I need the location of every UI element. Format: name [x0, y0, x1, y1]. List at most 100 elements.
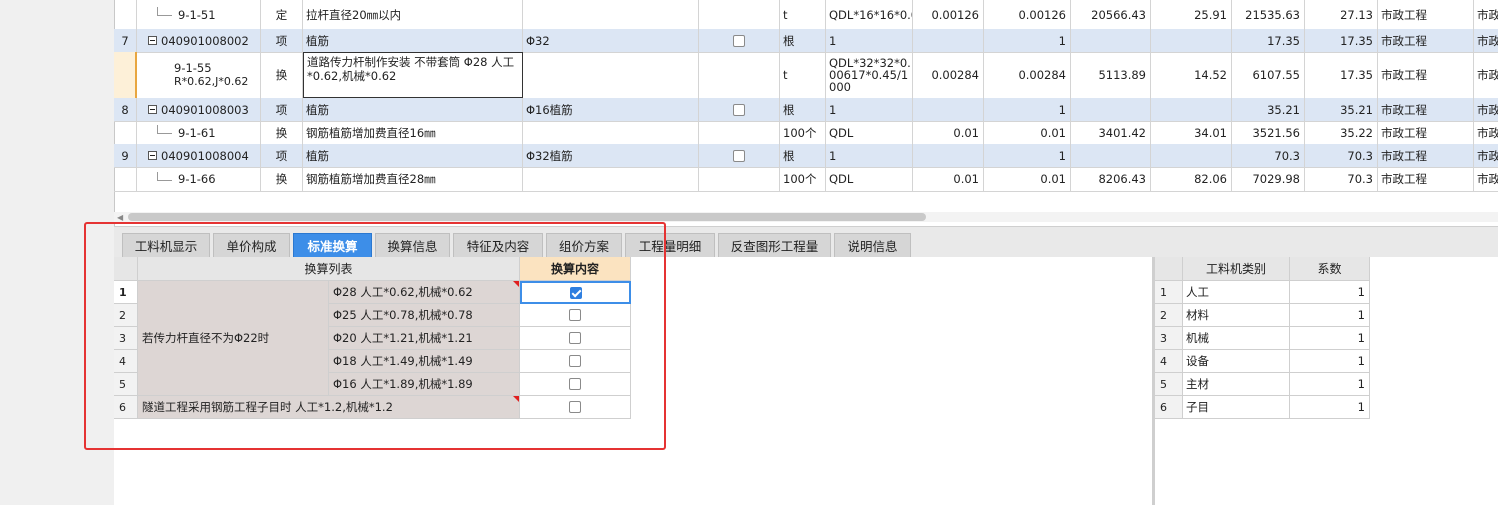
total2-cell: 35.22	[1305, 121, 1378, 144]
total-cell: 25.91	[1151, 0, 1232, 29]
qty2-cell: 0.00126	[984, 0, 1071, 29]
code-text: 9-1-55	[174, 61, 212, 75]
conversion-checkbox-checked[interactable]	[569, 286, 582, 299]
conversion-content-cell[interactable]	[520, 350, 631, 373]
type-cell: 项	[261, 98, 303, 121]
qty2-cell: 1	[984, 98, 1071, 121]
conversion-checkbox[interactable]	[569, 332, 581, 344]
row-checkbox[interactable]	[733, 103, 745, 116]
type-cell: 项	[261, 29, 303, 52]
name-cell: 钢筋植筋增加费直径28㎜	[303, 167, 523, 191]
top-grid: 9-1-51 定 拉杆直径20㎜以内 t QDL*16*16*0.00617*0…	[114, 0, 1498, 192]
price-cell	[1071, 144, 1151, 167]
expr-cell: QDL*16*16*0.00617*0.8/1000	[826, 0, 913, 29]
tab-features[interactable]: 特征及内容	[453, 233, 543, 257]
table-row-selected[interactable]: 9-1-55 R*0.62,J*0.62 换 道路传力杆制作安装 不带套筒 Φ2…	[114, 52, 1498, 99]
row-number: 8	[114, 98, 137, 121]
expr-cell: QDL	[826, 167, 913, 191]
code-text: 040901008004	[161, 148, 249, 163]
conversion-content-cell[interactable]	[520, 396, 631, 419]
unit-cell: t	[780, 52, 826, 98]
collapse-icon[interactable]	[148, 105, 157, 114]
tab-reverse-lookup[interactable]: 反查图形工程量	[718, 233, 831, 257]
tab-standard-conversion[interactable]: 标准换算	[293, 233, 372, 257]
collapse-icon[interactable]	[148, 151, 157, 160]
code-cell: 040901008002	[137, 29, 261, 52]
tab-pricing-plan[interactable]: 组价方案	[546, 233, 622, 257]
code-cell: 9-1-51	[137, 0, 261, 29]
scroll-left-arrow-icon[interactable]: ◀	[117, 213, 123, 222]
price2-cell: 7029.98	[1232, 167, 1305, 191]
conversion-checkbox[interactable]	[569, 309, 581, 321]
total2-cell: 27.13	[1305, 0, 1378, 29]
corner-cell	[114, 257, 138, 281]
scrollbar-thumb[interactable]	[128, 213, 926, 221]
tree-line	[157, 7, 172, 16]
table-row[interactable]: 8 040901008003 项 植筋 Φ16植筋 根 1 1 35.21 35…	[114, 98, 1498, 122]
spec-cell	[523, 52, 699, 98]
conversion-content-cell[interactable]	[520, 373, 631, 396]
coefficient-cell[interactable]: 1	[1290, 281, 1370, 304]
tab-quantity-details[interactable]: 工程量明细	[625, 233, 715, 257]
conversion-option: 隧道工程采用钢筋工程子目时 人工*1.2,机械*1.2	[138, 396, 520, 419]
tree-line	[157, 125, 172, 134]
conversion-checkbox[interactable]	[569, 401, 581, 413]
coefficient-cell[interactable]: 1	[1290, 396, 1370, 419]
code-subtext: R*0.62,J*0.62	[174, 75, 249, 88]
price2-cell: 3521.56	[1232, 121, 1305, 144]
table-row[interactable]: 9 040901008004 项 植筋 Φ32植筋 根 1 1 70.3 70.…	[114, 144, 1498, 168]
code-text: 040901008003	[161, 102, 249, 117]
expr-cell: 1	[826, 29, 913, 52]
conversion-checkbox[interactable]	[569, 378, 581, 390]
tab-unit-price[interactable]: 单价构成	[213, 233, 290, 257]
unit-cell: 根	[780, 98, 826, 121]
row-number	[114, 0, 137, 29]
qty1-cell: 0.00126	[913, 0, 984, 29]
table-row[interactable]: 9-1-61 换 钢筋植筋增加费直径16㎜ 100个 QDL 0.01 0.01…	[114, 121, 1498, 145]
tab-conversion-info[interactable]: 换算信息	[375, 233, 450, 257]
coefficient-cell[interactable]: 1	[1290, 327, 1370, 350]
conversion-content-cell[interactable]	[520, 304, 631, 327]
coefficient-cell[interactable]: 1	[1290, 373, 1370, 396]
coefficient-cell[interactable]: 1	[1290, 304, 1370, 327]
coefficient-cell[interactable]: 1	[1290, 350, 1370, 373]
row-number: 1	[1155, 281, 1183, 304]
price-cell: 5113.89	[1071, 52, 1151, 98]
unit-cell: 100个	[780, 121, 826, 144]
conversion-group-label: 若传力杆直径不为Φ22时	[138, 281, 329, 396]
horizontal-scrollbar[interactable]: ◀	[114, 212, 1498, 222]
category-cell: 市政工程	[1378, 121, 1474, 144]
material-type-cell: 子目	[1183, 396, 1290, 419]
name-cell: 植筋	[303, 98, 523, 121]
conversion-content-cell[interactable]	[520, 281, 631, 304]
price-cell	[1071, 29, 1151, 52]
row-checkbox[interactable]	[733, 34, 745, 47]
tab-material-display[interactable]: 工料机显示	[122, 233, 210, 257]
spec-cell	[523, 0, 699, 29]
total2-cell: 35.21	[1305, 98, 1378, 121]
row-number: 1	[114, 281, 138, 304]
row-checkbox[interactable]	[733, 149, 745, 162]
check-cell	[699, 167, 780, 191]
conversion-option: Φ20 人工*1.21,机械*1.21	[329, 327, 520, 350]
collapse-icon[interactable]	[148, 36, 157, 45]
conversion-option: Φ25 人工*0.78,机械*0.78	[329, 304, 520, 327]
category-cell: 市政工程	[1378, 144, 1474, 167]
qty1-cell	[913, 144, 984, 167]
qty2-cell: 1	[984, 144, 1071, 167]
check-cell	[699, 144, 780, 167]
price2-cell: 70.3	[1232, 144, 1305, 167]
row-number: 6	[114, 396, 138, 419]
tab-description[interactable]: 说明信息	[834, 233, 911, 257]
conversion-content-cell[interactable]	[520, 327, 631, 350]
conversion-option: Φ18 人工*1.49,机械*1.49	[329, 350, 520, 373]
spec-cell	[523, 121, 699, 144]
category2-cell: 市政	[1474, 144, 1498, 167]
check-cell	[699, 98, 780, 121]
table-row[interactable]: 9-1-51 定 拉杆直径20㎜以内 t QDL*16*16*0.00617*0…	[114, 0, 1498, 30]
table-row[interactable]: 9-1-66 换 钢筋植筋增加费直径28㎜ 100个 QDL 0.01 0.01…	[114, 167, 1498, 192]
check-cell	[699, 29, 780, 52]
name-edit-field[interactable]: 道路传力杆制作安装 不带套筒 Φ28 人工*0.62,机械*0.62	[303, 52, 523, 98]
table-row[interactable]: 7 040901008002 项 植筋 Φ32 根 1 1 17.35 17.3…	[114, 29, 1498, 53]
conversion-checkbox[interactable]	[569, 355, 581, 367]
